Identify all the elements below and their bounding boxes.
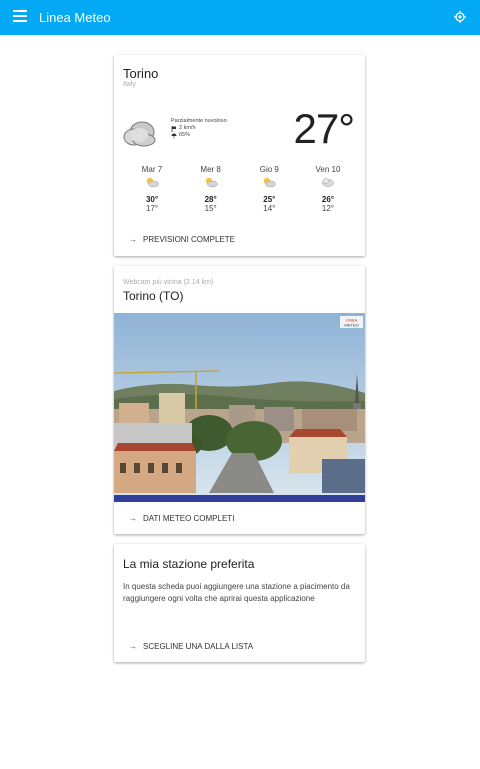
webcam-logo-line2: METEO [344,323,358,328]
forecast-day-name: Mar 7 [141,165,163,174]
weather-card: Torino Italy Parzialmente nuvoloso 2 km/… [114,55,365,256]
current-conditions: Parzialmente nuvoloso 2 km/h 65% [171,118,227,139]
forecast-day: Mer 8 28° 15° [186,165,236,213]
humidity-row: 65% [171,132,227,139]
webcam-title: Torino (TO) [123,289,184,303]
partly-cloudy-icon [205,177,218,188]
condition-text: Parzialmente nuvoloso [171,118,227,124]
webcam-card: Webcam più vicina (2.14 km) Torino (TO) [114,266,365,534]
forecast-max: 30° [145,195,159,204]
umbrella-icon [171,133,177,139]
menu-icon[interactable] [13,10,27,24]
full-data-label: DATI METEO COMPLETI [143,514,235,523]
app-bar: Linea Meteo [0,0,480,35]
arrow-right-icon: → [129,514,137,523]
favorite-title: La mia stazione preferita [123,557,255,571]
forecast-day: Gio 9 25° 14° [244,165,294,213]
cloudy-icon [322,178,334,187]
partly-cloudy-icon [146,177,159,188]
wind-value: 2 km/h [179,125,196,131]
forecast-max: 26° [321,195,335,204]
webcam-subtitle: Webcam più vicina (2.14 km) [123,279,214,286]
forecast-day-name: Gio 9 [259,165,279,174]
full-forecast-button[interactable]: → PREVISIONI COMPLETE [129,235,235,244]
forecast-max: 25° [263,195,276,204]
choose-from-list-button[interactable]: → SCEGLINE UNA DALLA LISTA [129,642,253,651]
favorite-description: In questa scheda puoi aggiungere una sta… [123,582,350,603]
forecast-min: 14° [263,204,276,213]
webcam-image[interactable]: LINEA METEO [114,313,365,502]
wind-flag-icon [171,125,176,132]
humidity-value: 65% [179,132,191,138]
current-temperature: 27° [293,105,355,152]
country-name: Italy [123,81,136,88]
forecast-min: 17° [145,204,159,213]
forecast-max: 28° [204,195,217,204]
full-forecast-label: PREVISIONI COMPLETE [143,235,236,244]
favorite-station-card: La mia stazione preferita In questa sche… [114,544,365,662]
forecast-day: Ven 10 26° 12° [303,165,353,213]
app-title: Linea Meteo [39,10,111,25]
full-data-button[interactable]: → DATI METEO COMPLETI [129,514,234,523]
cloudy-icon [123,121,156,147]
partly-cloudy-icon [264,177,277,188]
forecast-min: 15° [204,204,217,213]
arrow-right-icon: → [129,642,137,651]
forecast-day-name: Ven 10 [315,165,341,174]
forecast-day: Mar 7 30° 17° [127,165,177,213]
forecast-day-name: Mer 8 [200,165,221,174]
arrow-right-icon: → [129,235,137,244]
wind-row: 2 km/h [171,125,227,132]
city-name: Torino [123,66,159,81]
forecast-row: Mar 7 30° 17° Mer 8 28° 15° Gio 9 25° 14… [127,165,353,213]
gps-icon[interactable] [454,11,466,23]
forecast-min: 12° [321,204,335,213]
choose-from-list-label: SCEGLINE UNA DALLA LISTA [143,642,254,651]
